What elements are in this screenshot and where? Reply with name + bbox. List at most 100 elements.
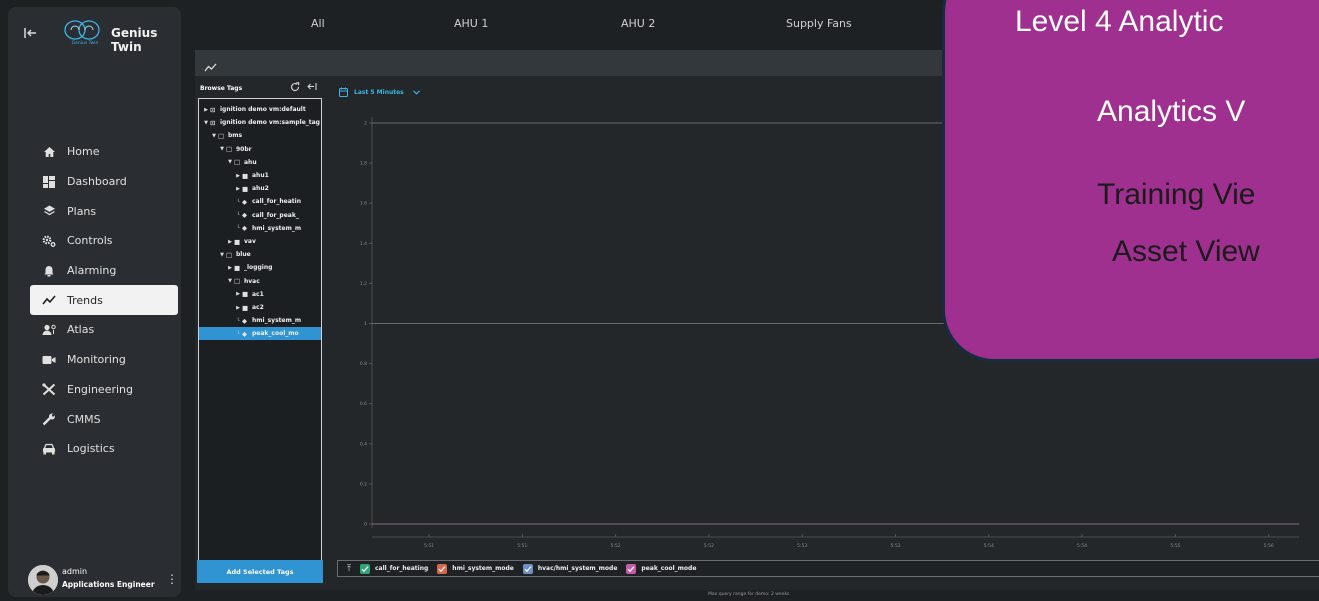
wrench-icon xyxy=(41,412,57,426)
chevron-right-icon[interactable]: ▶ xyxy=(234,291,242,297)
sidebar-item-label: Controls xyxy=(67,234,113,248)
chevron-down-icon[interactable]: ▼ xyxy=(218,252,226,258)
x-tick-label: 5:53 xyxy=(797,543,807,549)
tree-item[interactable]: ▶ ⊡ ignition demo vm:default xyxy=(199,103,321,116)
sidebar-item-label: Dashboard xyxy=(67,175,127,189)
legend-item[interactable]: hvac/hmi_system_mode xyxy=(522,563,617,574)
tree-item[interactable]: ▶ ■ ahu1 xyxy=(199,169,321,182)
tag-tree[interactable]: ▶ ⊡ ignition demo vm:default ▼ ⊡ ignition dem… xyxy=(198,98,322,570)
sidebar-item-monitoring[interactable]: Monitoring xyxy=(30,345,178,375)
user-profile[interactable]: admin Applications Engineer ⋮ xyxy=(28,563,178,597)
query-range-note: Max query range for demo: 2 weeks xyxy=(708,592,790,597)
tree-item[interactable]: ▼ □ hvac xyxy=(199,275,321,288)
sidebar-item-label: Logistics xyxy=(67,442,115,456)
tree-item-label: ahu2 xyxy=(252,185,269,193)
tag-icon: ◆ xyxy=(242,316,247,325)
chevron-down-icon[interactable]: ▼ xyxy=(202,120,210,126)
sidebar-item-dashboard[interactable]: Dashboard xyxy=(30,167,178,197)
tree-item-label: hvac xyxy=(244,277,260,285)
tree-branch-icon: └ xyxy=(236,317,240,324)
sidebar-item-atlas[interactable]: Atlas xyxy=(30,315,178,345)
tree-item[interactable]: ▼ □ bms xyxy=(199,129,321,142)
x-tick-label: 5:56 xyxy=(1264,543,1274,549)
tree-item-label: peak_cool_mo xyxy=(252,330,299,338)
chevron-right-icon[interactable]: ▶ xyxy=(226,265,234,271)
folder-icon: □ xyxy=(218,131,225,140)
folder-icon: □ xyxy=(226,250,233,259)
trend-line-icon xyxy=(41,293,57,307)
time-range-selector[interactable]: Last 5 Minutes xyxy=(339,87,420,97)
tree-item-label: hmi_system_m xyxy=(252,224,302,232)
sidebar-item-controls[interactable]: Controls xyxy=(30,226,178,256)
tree-item[interactable]: ▶ ■ ac2 xyxy=(199,301,321,314)
chevron-down-icon[interactable]: ▼ xyxy=(226,278,234,284)
browse-tags-title: Browse Tags xyxy=(200,85,243,92)
user-role: Applications Engineer xyxy=(62,580,155,589)
x-tick-label: 5:51 xyxy=(517,543,527,549)
sidebar-item-home[interactable]: Home xyxy=(30,137,178,167)
refresh-icon[interactable] xyxy=(290,82,300,95)
tree-item[interactable]: └ ◆ call_for_heatin xyxy=(199,195,321,208)
y-tick-label: 0.2 xyxy=(360,481,367,487)
chevron-down-icon[interactable]: ▼ xyxy=(226,159,234,165)
chevron-down-icon xyxy=(412,89,420,95)
tree-item-label: _logging xyxy=(244,264,273,272)
folder-icon: □ xyxy=(234,277,241,286)
sidebar-item-engineering[interactable]: Engineering xyxy=(30,375,178,405)
sidebar-item-cmms[interactable]: CMMS xyxy=(30,404,178,434)
trend-line-icon[interactable] xyxy=(204,57,217,76)
chevron-right-icon[interactable]: ▶ xyxy=(234,173,242,179)
tree-item[interactable]: ▼ ⊡ ignition demo vm:sample_tag xyxy=(199,116,321,129)
chevron-right-icon[interactable]: ▶ xyxy=(234,186,242,192)
avatar xyxy=(28,565,58,595)
tab-ahu-1[interactable]: AHU 1 xyxy=(454,17,488,30)
chevron-down-icon[interactable]: ▼ xyxy=(210,133,218,139)
collapse-sidebar-icon[interactable] xyxy=(24,27,42,43)
collapse-panel-icon[interactable] xyxy=(307,82,317,94)
sidebar-item-alarming[interactable]: Alarming xyxy=(30,256,178,286)
checkbox-checked-icon[interactable] xyxy=(437,563,448,574)
tree-item-label: 90br xyxy=(236,145,252,153)
chevron-right-icon[interactable]: ▶ xyxy=(226,239,234,245)
dashboard-icon xyxy=(41,175,57,189)
sidebar-item-label: CMMS xyxy=(67,412,101,426)
tree-item[interactable]: ▼ □ ahu xyxy=(199,156,321,169)
tree-item[interactable]: ▶ ■ _logging xyxy=(199,261,321,274)
chevron-right-icon[interactable]: ▶ xyxy=(202,107,210,113)
arrow-up-icon[interactable]: ⤒ xyxy=(338,564,360,574)
tab-all[interactable]: All xyxy=(311,17,325,30)
brand-name: Genius Twin xyxy=(111,26,158,54)
checkbox-checked-icon[interactable] xyxy=(360,563,370,574)
chevron-down-icon[interactable]: ▼ xyxy=(218,146,226,152)
tree-item[interactable]: ▼ □ blue xyxy=(199,248,321,261)
callout-line: Level 4 Analytic xyxy=(1015,5,1224,38)
tab-supply-fans[interactable]: Supply Fans xyxy=(786,17,852,30)
tree-item[interactable]: └ ◆ call_for_peak_ xyxy=(199,209,321,222)
legend-item[interactable]: hmi_system_mode xyxy=(437,563,514,574)
tree-item[interactable]: ▶ ■ ac1 xyxy=(199,288,321,301)
tree-item[interactable]: ▼ □ 90br xyxy=(199,143,321,156)
folder-filled-icon: ■ xyxy=(242,171,249,180)
chevron-right-icon[interactable]: ▶ xyxy=(234,305,242,311)
legend-item[interactable]: peak_cool_mode xyxy=(626,563,696,574)
checkbox-checked-icon[interactable] xyxy=(626,563,637,574)
tab-ahu-2[interactable]: AHU 2 xyxy=(621,17,655,30)
tree-item[interactable]: └ ◆ hmi_system_m xyxy=(199,314,321,327)
sidebar-item-plans[interactable]: Plans xyxy=(30,196,178,226)
legend-item[interactable]: call_for_heating xyxy=(360,563,429,574)
more-vertical-icon[interactable]: ⋮ xyxy=(166,572,178,586)
analytics-callout: Level 4 Analytic Analytics V Training Vi… xyxy=(942,0,1319,362)
tree-item[interactable]: └ ◆ peak_cool_mo xyxy=(199,327,321,341)
tree-item[interactable]: └ ◆ hmi_system_m xyxy=(199,222,321,235)
sidebar-item-trends[interactable]: Trends xyxy=(30,285,178,316)
sidebar-item-label: Atlas xyxy=(67,323,95,337)
tree-item-label: ac1 xyxy=(252,290,264,298)
sidebar-item-logistics[interactable]: Logistics xyxy=(30,434,178,464)
tree-item[interactable]: ▶ ■ ahu2 xyxy=(199,182,321,195)
tree-item[interactable]: ▶ ■ vav xyxy=(199,235,321,248)
sidebar-item-label: Home xyxy=(67,145,100,159)
x-tick-label: 5:54 xyxy=(984,543,994,549)
add-selected-tags-button[interactable]: Add Selected Tags xyxy=(197,560,323,583)
legend-label: call_for_heating xyxy=(375,565,429,572)
checkbox-checked-icon[interactable] xyxy=(522,563,533,574)
